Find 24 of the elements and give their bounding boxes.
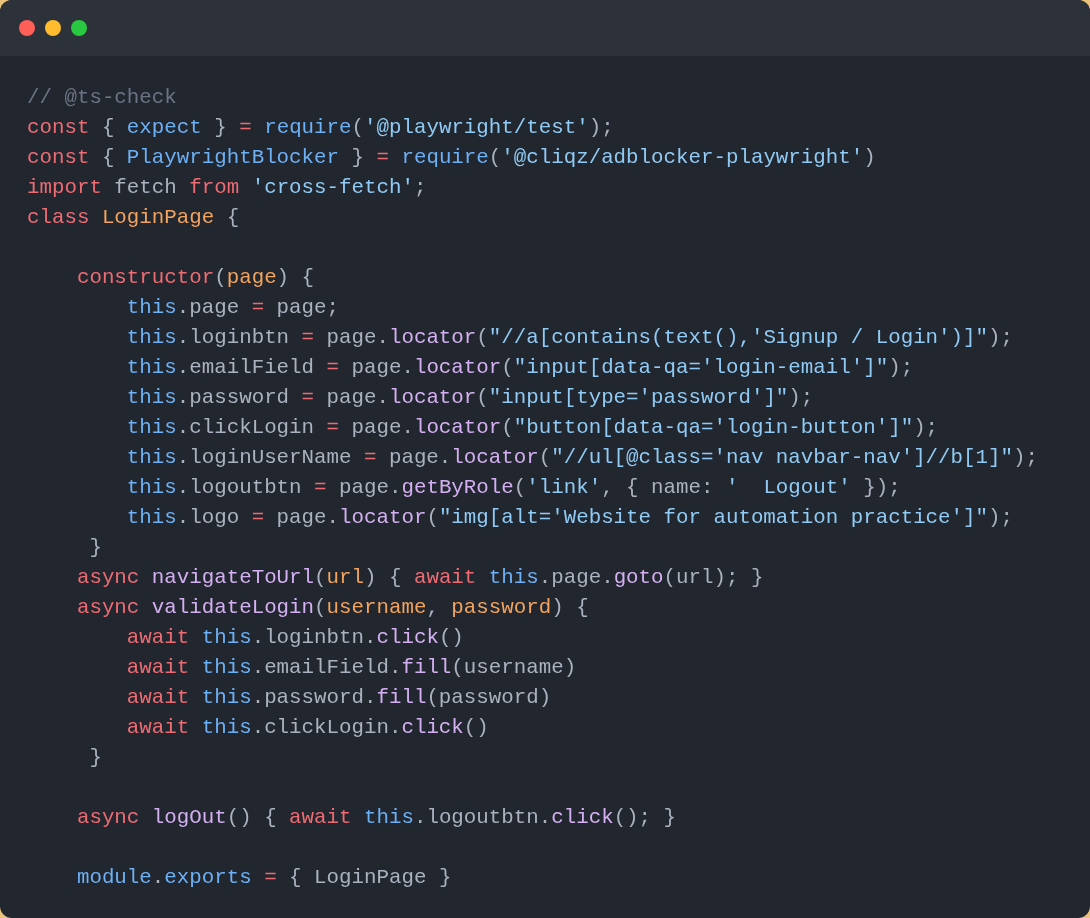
- code-line: module.exports = { LoginPage }: [75, 866, 452, 889]
- code-line: this.clickLogin = page.locator("button[data-qa='login-button']");: [125, 416, 939, 439]
- code-line: this.logo = page.locator("img[alt='Website for automation practice']");: [125, 506, 1013, 529]
- code-line: import fetch from 'cross-fetch';: [27, 176, 427, 199]
- code-line: await this.loginbtn.click(): [125, 626, 464, 649]
- code-line: }: [88, 746, 102, 769]
- code-line: class LoginPage {: [27, 206, 240, 229]
- code-line: await this.clickLogin.click(): [125, 716, 489, 739]
- code-line: await this.password.fill(password): [125, 686, 552, 709]
- code-line: this.password = page.locator("input[type='password']");: [125, 386, 814, 409]
- code-line: // @ts-check: [27, 86, 177, 109]
- code-line: await this.emailField.fill(username): [125, 656, 577, 679]
- code-line: async logOut() { await this.logoutbtn.click(); }: [75, 806, 677, 829]
- code-line: this.loginbtn = page.locator("//a[contains(text(),'Signup / Login')]");: [125, 326, 1013, 349]
- code-line: async navigateToUrl(url) { await this.page.goto(url); }: [75, 566, 764, 589]
- code-line: constructor(page) {: [75, 266, 315, 289]
- code-line: async validateLogin(username, password) {: [75, 596, 589, 619]
- code-line: this.logoutbtn = page.getByRole('link', { name: ' Logout' });: [125, 476, 901, 499]
- code-line: this.page = page;: [125, 296, 340, 319]
- code-line: const { expect } = require('@playwright/test');: [27, 116, 614, 139]
- code-line: const { PlaywrightBlocker } = require('@cliqz/adblocker-playwright'): [27, 146, 876, 169]
- code-line: this.emailField = page.locator("input[data-qa='login-email']");: [125, 356, 914, 379]
- code-line: }: [88, 536, 102, 559]
- code-line: this.loginUserName = page.locator("//ul[@class='nav navbar-nav']//b[1]");: [125, 446, 1038, 469]
